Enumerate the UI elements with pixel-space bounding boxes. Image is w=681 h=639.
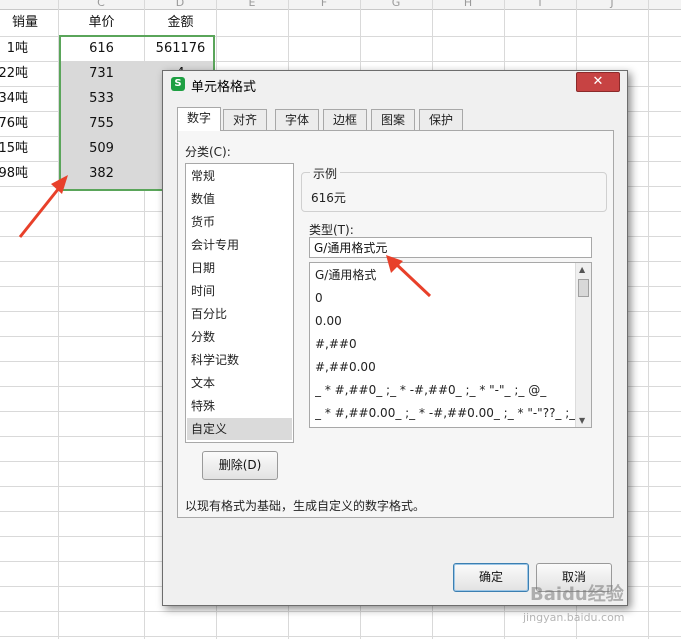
header-price[interactable]: 单价 [59, 11, 144, 35]
cell-price[interactable]: 616 [59, 37, 144, 61]
column-header-e[interactable]: E [232, 0, 272, 9]
scroll-thumb[interactable] [578, 279, 589, 297]
format-list-scrollbar[interactable]: ▲ ▼ [575, 263, 591, 427]
sample-value: 616元 [311, 191, 346, 205]
cell-amount[interactable]: 561176 [145, 37, 216, 61]
category-item[interactable]: 会计专用 [191, 234, 292, 256]
tab-pattern[interactable]: 图案 [371, 109, 415, 130]
category-item[interactable]: 自定义 [187, 418, 292, 440]
format-item[interactable]: _ * #,##0_ ;_ * -#,##0_ ;_ * "-"_ ;_ @_ [315, 379, 575, 402]
column-header-g[interactable]: G [376, 0, 416, 9]
column-header-f[interactable]: F [304, 0, 344, 9]
column-header-h[interactable]: H [448, 0, 488, 9]
cell-qty[interactable]: 76吨 [0, 112, 28, 136]
cell-qty[interactable]: 1吨 [0, 37, 28, 61]
cell-price[interactable]: 731 [59, 62, 144, 86]
category-item[interactable]: 日期 [191, 257, 292, 279]
sample-group [301, 172, 607, 212]
header-qty[interactable]: 销量 [0, 11, 38, 35]
tab-font[interactable]: 字体 [275, 109, 319, 130]
dialog-titlebar[interactable]: S 单元格格式 ✕ [163, 71, 627, 97]
header-amount[interactable]: 金额 [145, 11, 216, 35]
cell-price[interactable]: 533 [59, 87, 144, 111]
scroll-up-arrow-icon[interactable]: ▲ [579, 265, 585, 274]
delete-button[interactable]: 删除(D) [202, 451, 278, 480]
format-item[interactable]: G/通用格式 [315, 264, 575, 287]
type-input[interactable] [309, 237, 592, 258]
type-label: 类型(T): [309, 223, 354, 237]
cell-price[interactable]: 755 [59, 112, 144, 136]
description-text: 以现有格式为基础，生成自定义的数字格式。 [185, 499, 426, 513]
category-item[interactable]: 时间 [191, 280, 292, 302]
tab-alignment[interactable]: 对齐 [223, 109, 267, 130]
sample-label: 示例 [310, 165, 341, 182]
cell-price[interactable]: 382 [59, 162, 144, 186]
format-item[interactable]: _ * #,##0.00_ ;_ * -#,##0.00_ ;_ * "-"??… [315, 402, 575, 425]
format-cells-dialog: S 单元格格式 ✕ 数字 对齐 字体 边框 图案 保护 分类(C): 常规 数值货… [162, 70, 628, 606]
scroll-down-arrow-icon[interactable]: ▼ [579, 416, 585, 425]
wps-logo-icon: S [171, 77, 185, 91]
column-header-i[interactable]: I [520, 0, 560, 9]
tab-protection[interactable]: 保护 [419, 109, 463, 130]
category-label: 分类(C): [185, 145, 231, 159]
tab-border[interactable]: 边框 [323, 109, 367, 130]
column-header-j[interactable]: J [592, 0, 632, 9]
category-list[interactable]: 常规 数值 货币 会计专用 日期 时间 百分比 分数 科学记数 文本 特殊 自定义 [185, 163, 294, 443]
category-item[interactable]: 货币 [191, 211, 292, 233]
cell-price[interactable]: 509 [59, 137, 144, 161]
format-item[interactable]: 0 [315, 287, 575, 310]
format-item[interactable]: 0.00 [315, 310, 575, 333]
baidu-watermark: Baidu经验 [530, 584, 624, 605]
category-item[interactable]: 文本 [191, 372, 292, 394]
dialog-title: 单元格格式 [191, 80, 257, 95]
category-item[interactable]: 常规 [191, 165, 292, 187]
column-header-c[interactable]: C [81, 0, 121, 9]
column-header-d[interactable]: D [160, 0, 200, 9]
cell-qty[interactable]: 15吨 [0, 137, 28, 161]
format-item[interactable]: #,##0 [315, 333, 575, 356]
cell-qty[interactable]: 22吨 [0, 62, 28, 86]
tab-number[interactable]: 数字 [177, 107, 221, 131]
format-item[interactable]: #,##0.00 [315, 356, 575, 379]
category-item[interactable]: 分数 [191, 326, 292, 348]
cell-qty[interactable]: 98吨 [0, 162, 28, 186]
baidu-watermark-url: jingyan.baidu.com [523, 611, 625, 624]
category-item[interactable]: 百分比 [191, 303, 292, 325]
format-list[interactable]: ▲ ▼ G/通用格式 0 0.00 #,##0 #,##0.00 _ * #,##0_ ;… [309, 262, 592, 428]
cell-qty[interactable]: 34吨 [0, 87, 28, 111]
category-item[interactable]: 科学记数 [191, 349, 292, 371]
category-item[interactable]: 特殊 [191, 395, 292, 417]
close-button[interactable]: ✕ [576, 72, 620, 92]
ok-button[interactable]: 确定 [453, 563, 529, 592]
category-item[interactable]: 数值 [191, 188, 292, 210]
